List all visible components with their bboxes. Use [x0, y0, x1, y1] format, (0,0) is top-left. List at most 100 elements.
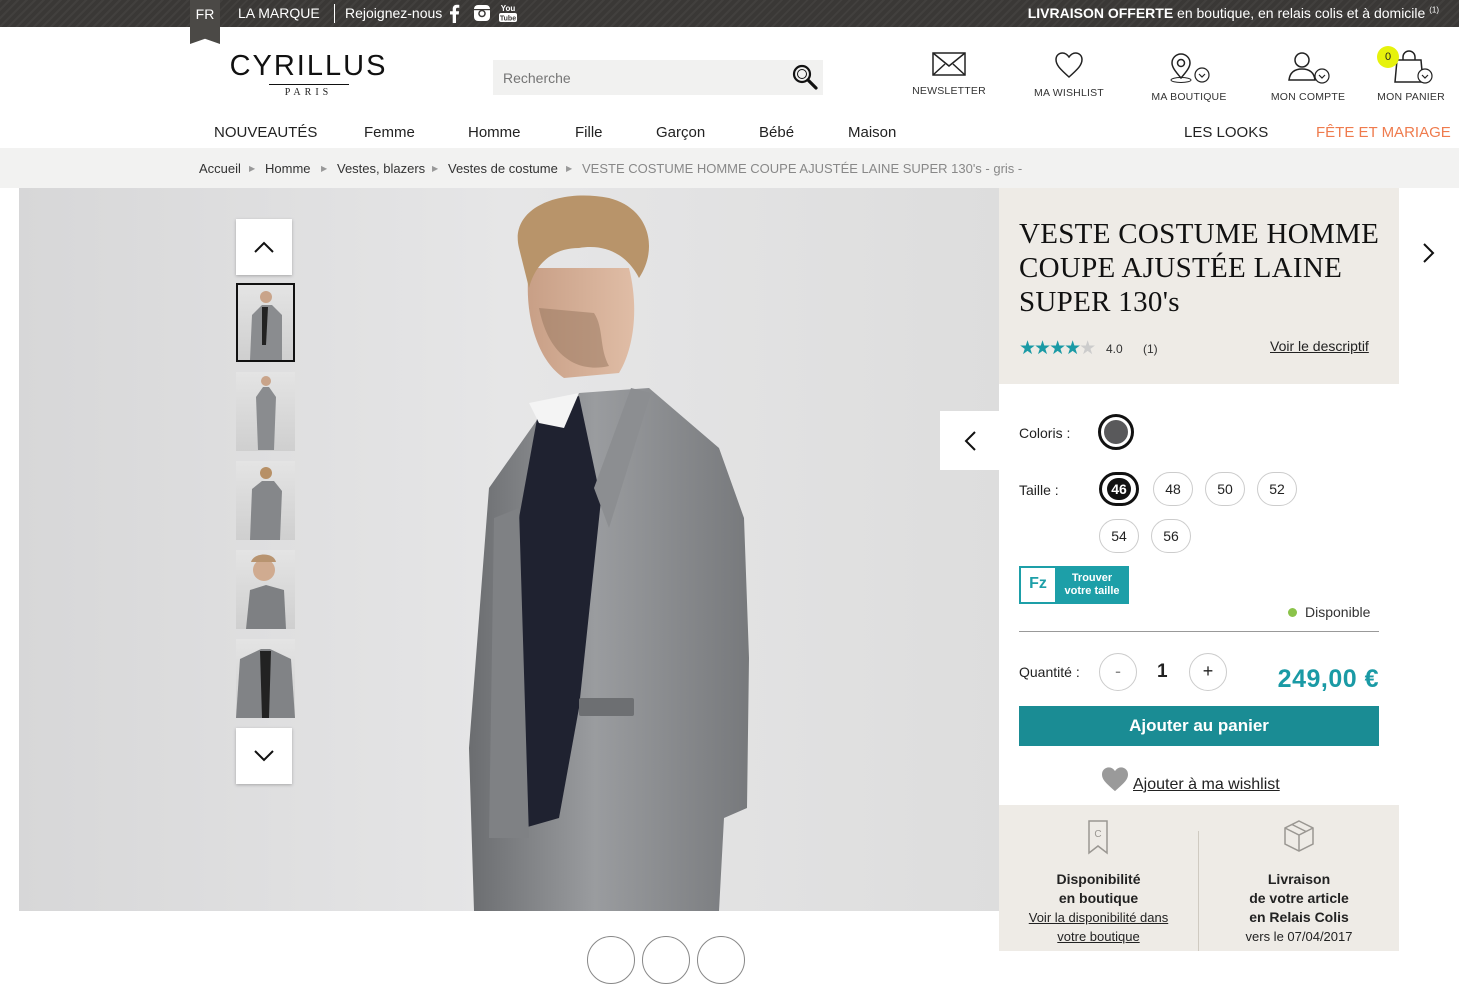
store-button[interactable]: MA BOUTIQUE: [1149, 50, 1229, 103]
breadcrumb-vestes-costume[interactable]: Vestes de costume: [448, 161, 558, 176]
thumbnail-figure: [246, 554, 286, 629]
product-thumbnail[interactable]: [236, 461, 295, 540]
account-button[interactable]: MON COMPTE: [1268, 50, 1348, 103]
search-input[interactable]: [493, 60, 773, 95]
youtube-wordmark-top: You: [501, 4, 516, 13]
chevron-up-icon: [254, 241, 274, 253]
store-availability-block: Disponibilité en boutique Voir la dispon…: [999, 870, 1198, 946]
instagram-icon[interactable]: [472, 3, 492, 23]
add-to-cart-button[interactable]: Ajouter au panier: [1019, 706, 1379, 746]
product-title: VESTE COSTUME HOMME COUPE AJUSTÉE LAINE …: [1019, 218, 1380, 318]
share-button[interactable]: [642, 936, 690, 984]
availability-label: Disponible: [1305, 604, 1371, 620]
delivery-date: vers le 07/04/2017: [1245, 929, 1353, 944]
store-availability-title-1: Disponibilité: [1056, 871, 1141, 887]
wishlist-link-label: Ajouter à ma wishlist: [1133, 776, 1280, 793]
breadcrumb-arrow: ▶: [566, 164, 573, 173]
store-availability-link-2[interactable]: votre boutique: [1057, 929, 1139, 944]
location-pin-icon: [1170, 53, 1210, 83]
nav-fille[interactable]: Fille: [575, 124, 603, 141]
rating-stars: ★★★★★: [1019, 338, 1096, 359]
size-option-48[interactable]: 48: [1153, 472, 1193, 506]
size-option-52[interactable]: 52: [1257, 472, 1297, 506]
share-button[interactable]: [587, 936, 635, 984]
store-tag-icon: C: [1088, 820, 1108, 855]
size-option-50[interactable]: 50: [1205, 472, 1245, 506]
thumbnails-down-button[interactable]: [236, 728, 292, 784]
available-dot-icon: [1288, 608, 1297, 617]
envelope-icon: [932, 52, 966, 76]
user-icon: [1288, 52, 1330, 84]
quantity-value[interactable]: 1: [1157, 661, 1168, 683]
thumbnail-figure: [250, 467, 282, 540]
review-count[interactable]: (1): [1143, 342, 1158, 356]
nav-maison[interactable]: Maison: [848, 124, 896, 141]
promo-bold: LIVRAISON OFFERTE: [1027, 5, 1174, 21]
chevron-right-icon: [1423, 242, 1435, 263]
nav-fete-et-mariage[interactable]: FÊTE ET MARIAGE: [1316, 124, 1451, 141]
divider: [1019, 631, 1379, 632]
logo-sub: PARIS: [268, 84, 349, 98]
chevron-left-icon: [964, 430, 976, 451]
quantity-increase-button[interactable]: +: [1189, 653, 1227, 691]
product-main-image[interactable]: [19, 188, 999, 911]
breadcrumb-accueil[interactable]: Accueil: [199, 161, 241, 176]
store-label: MA BOUTIQUE: [1151, 91, 1227, 103]
breadcrumb-arrow: ▶: [321, 164, 328, 173]
next-product-button[interactable]: [1399, 223, 1459, 282]
promo-footnote: (1): [1429, 5, 1439, 15]
store-availability-title-2: en boutique: [1058, 890, 1139, 906]
nav-les-looks[interactable]: LES LOOKS: [1184, 124, 1268, 141]
view-description-link[interactable]: Voir le descriptif: [1270, 338, 1369, 354]
product-thumbnail[interactable]: [236, 550, 295, 629]
nav-homme[interactable]: Homme: [468, 124, 521, 141]
size-option-56[interactable]: 56: [1151, 519, 1191, 553]
breadcrumb-vestes-blazers[interactable]: Vestes, blazers: [337, 161, 425, 176]
nav-garcon[interactable]: Garçon: [656, 124, 705, 141]
nav-nouveautes[interactable]: NOUVEAUTÉS: [214, 124, 317, 141]
newsletter-label: NEWSLETTER: [912, 85, 986, 97]
thumbnails-up-button[interactable]: [236, 219, 292, 275]
topbar-separator: [334, 4, 335, 23]
newsletter-button[interactable]: NEWSLETTER: [909, 50, 989, 97]
coloris-label: Coloris :: [1019, 425, 1071, 441]
breadcrumb-homme[interactable]: Homme: [265, 161, 311, 176]
free-delivery-promo: LIVRAISON OFFERTE en boutique, en relais…: [1028, 5, 1439, 21]
breadcrumb-arrow: ▶: [432, 164, 439, 173]
quantity-label: Quantité :: [1019, 664, 1080, 680]
delivery-block: Livraison de votre article en Relais Col…: [1199, 870, 1399, 946]
find-your-size-button[interactable]: Fz Trouver votre taille: [1019, 566, 1129, 604]
breadcrumb: Accueil ▶ Homme ▶ Vestes, blazers ▶ Vest…: [0, 148, 1459, 188]
delivery-title-2: de votre article: [1249, 890, 1349, 906]
youtube-icon[interactable]: You Tube: [498, 3, 518, 23]
fitz-line2: votre taille: [1064, 585, 1120, 597]
thumbnail-figure: [236, 649, 295, 718]
size-option-label: 46: [1107, 478, 1131, 500]
add-to-wishlist-link[interactable]: Ajouter à ma wishlist: [1101, 766, 1280, 797]
search-icon[interactable]: [791, 63, 819, 91]
nav-femme[interactable]: Femme: [364, 124, 415, 141]
wishlist-label: MA WISHLIST: [1034, 87, 1104, 99]
youtube-wordmark-bottom: Tube: [500, 16, 516, 23]
cart-label: MON PANIER: [1377, 91, 1445, 103]
product-thumbnail[interactable]: [236, 639, 295, 718]
previous-product-button[interactable]: [940, 411, 999, 470]
nav-bebe[interactable]: Bébé: [759, 124, 794, 141]
logo-name: CYRILLUS: [229, 50, 388, 82]
store-availability-link-1[interactable]: Voir la disponibilité dans: [1029, 910, 1168, 925]
cyrillus-logo[interactable]: CYRILLUS PARIS: [217, 52, 400, 100]
size-option-54[interactable]: 54: [1099, 519, 1139, 553]
product-thumbnail[interactable]: [236, 372, 295, 451]
product-thumbnail[interactable]: [236, 283, 295, 362]
size-option-46[interactable]: 46: [1099, 472, 1139, 506]
wishlist-button[interactable]: MA WISHLIST: [1029, 50, 1109, 99]
language-selector[interactable]: FR: [190, 0, 220, 44]
facebook-icon[interactable]: [446, 3, 462, 23]
quantity-decrease-button[interactable]: -: [1099, 653, 1137, 691]
delivery-title-3: en Relais Colis: [1249, 909, 1349, 925]
product-price: 249,00 €: [1277, 665, 1379, 693]
color-swatch-grey[interactable]: [1098, 414, 1134, 450]
share-button[interactable]: [697, 936, 745, 984]
model-figure: [469, 195, 749, 911]
la-marque-link[interactable]: LA MARQUE: [238, 5, 320, 21]
